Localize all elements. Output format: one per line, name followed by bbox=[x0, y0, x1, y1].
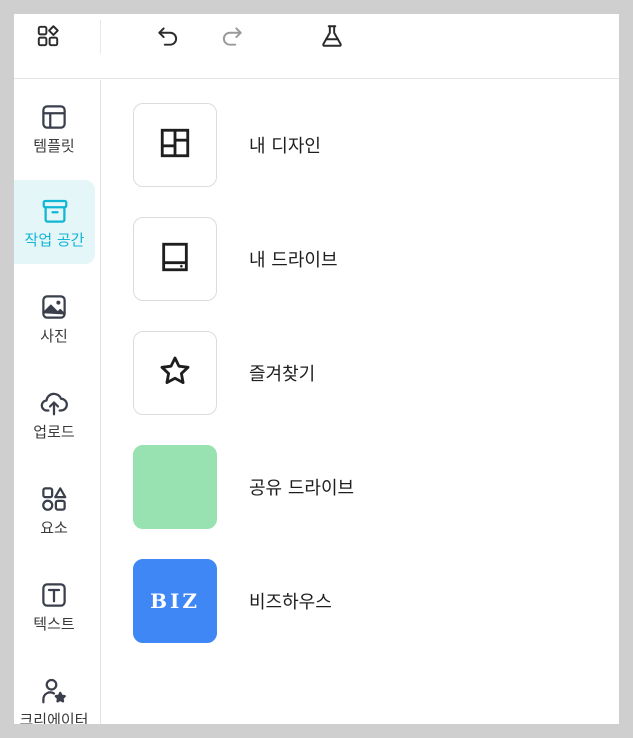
workspace-item-my-drive[interactable]: 내 드라이브 bbox=[133, 217, 573, 301]
workspace-panel: 내 디자인 내 드라이브 즐겨찾기 공유 드라이브 BIZ 비즈하우스 bbox=[101, 80, 619, 724]
cloud-upload-icon bbox=[39, 388, 69, 418]
lab-button[interactable] bbox=[314, 20, 350, 56]
archive-icon bbox=[40, 196, 70, 226]
sidebar-item-label: 템플릿 bbox=[33, 137, 75, 155]
template-icon bbox=[39, 102, 69, 132]
workspace-item-title: 내 드라이브 bbox=[249, 250, 338, 271]
apps-button[interactable] bbox=[30, 20, 66, 56]
workspace-item-shared-drive[interactable]: 공유 드라이브 bbox=[133, 445, 573, 529]
redo-icon bbox=[219, 23, 245, 53]
toolbar-divider bbox=[100, 20, 101, 54]
creator-icon bbox=[39, 676, 69, 706]
photo-icon bbox=[39, 292, 69, 322]
sidebar-item-text[interactable]: 텍스트 bbox=[14, 564, 94, 648]
bizhouse-logo: BIZ bbox=[133, 559, 217, 643]
sidebar-item-label: 사진 bbox=[40, 327, 68, 345]
sidebar-item-creator[interactable]: 크리에이터 bbox=[14, 660, 100, 724]
text-icon bbox=[39, 580, 69, 610]
shared-drive-thumb bbox=[133, 445, 217, 529]
workspace-item-bizhouse[interactable]: BIZ 비즈하우스 bbox=[133, 559, 573, 643]
workspace-item-favorites[interactable]: 즐겨찾기 bbox=[133, 331, 573, 415]
editor-window: 템플릿 작업 공간 사진 업로드 요소 텍스트 크리에이터 내 디자인 내 드라… bbox=[14, 14, 619, 724]
sidebar-item-workspace[interactable]: 작업 공간 bbox=[14, 180, 95, 264]
sidebar-item-elements[interactable]: 요소 bbox=[14, 468, 94, 552]
sidebar: 템플릿 작업 공간 사진 업로드 요소 텍스트 크리에이터 bbox=[14, 80, 101, 724]
apps-icon bbox=[35, 23, 61, 53]
sidebar-item-label: 작업 공간 bbox=[24, 231, 85, 249]
sidebar-item-templates[interactable]: 템플릿 bbox=[14, 86, 94, 170]
workspace-item-my-designs[interactable]: 내 디자인 bbox=[133, 103, 573, 187]
workspace-item-title: 즐겨찾기 bbox=[249, 364, 316, 385]
undo-button[interactable] bbox=[150, 20, 186, 56]
drive-icon bbox=[158, 240, 192, 278]
sidebar-item-photos[interactable]: 사진 bbox=[14, 276, 94, 360]
shapes-icon bbox=[39, 484, 69, 514]
sidebar-item-label: 업로드 bbox=[33, 423, 75, 441]
workspace-thumb bbox=[133, 331, 217, 415]
sidebar-item-label: 요소 bbox=[40, 519, 68, 537]
workspace-item-title: 내 디자인 bbox=[249, 136, 321, 157]
top-toolbar bbox=[14, 14, 619, 79]
sidebar-item-label: 크리에이터 bbox=[19, 711, 89, 724]
redo-button[interactable] bbox=[214, 20, 250, 56]
workspace-item-title: 비즈하우스 bbox=[249, 592, 332, 613]
flask-icon bbox=[319, 23, 345, 53]
sidebar-item-label: 텍스트 bbox=[33, 615, 75, 633]
layout-grid-icon bbox=[158, 126, 192, 164]
sidebar-item-upload[interactable]: 업로드 bbox=[14, 372, 94, 456]
workspace-thumb bbox=[133, 103, 217, 187]
bizhouse-logo-text: BIZ bbox=[150, 589, 200, 613]
workspace-item-title: 공유 드라이브 bbox=[249, 478, 355, 499]
star-icon bbox=[158, 354, 192, 392]
workspace-thumb bbox=[133, 217, 217, 301]
undo-icon bbox=[155, 23, 181, 53]
